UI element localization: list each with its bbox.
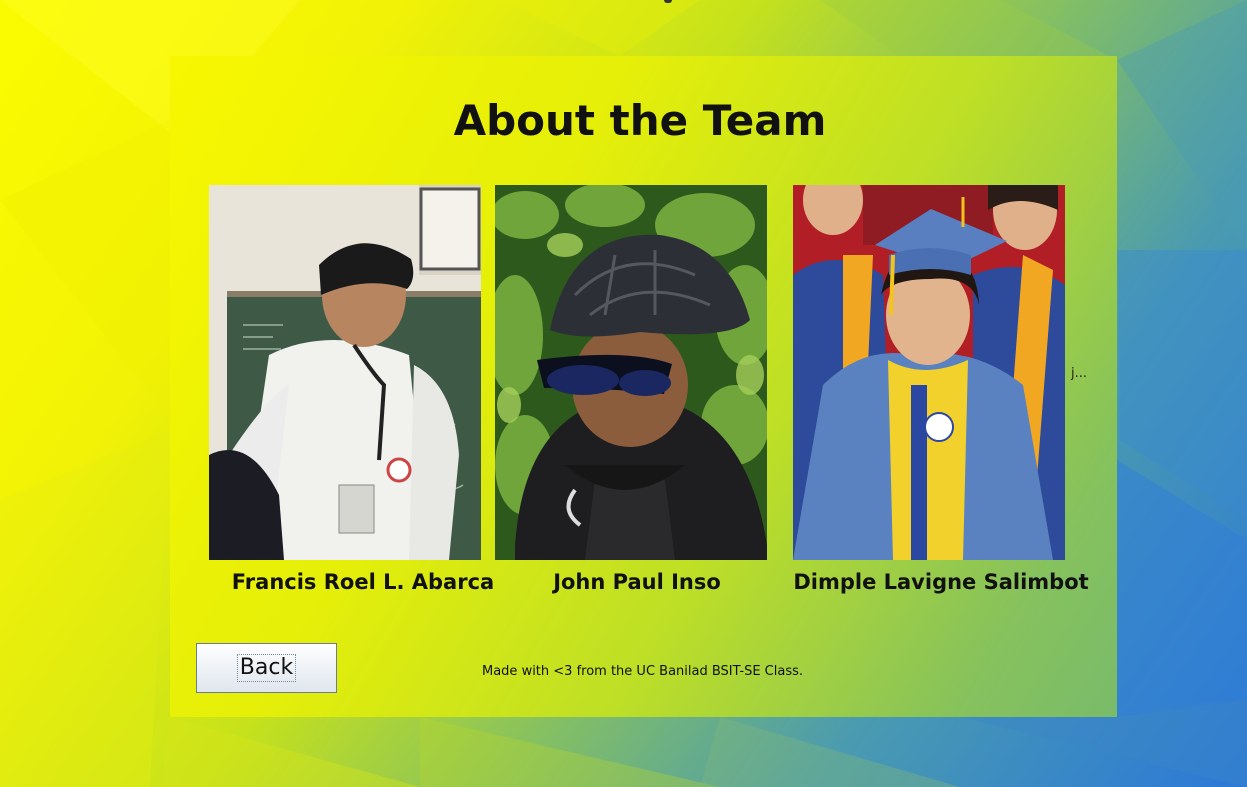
- page-title: About the Team: [453, 96, 827, 145]
- team-photo-dimple: [793, 185, 1065, 560]
- team-photo-francis: [209, 185, 481, 560]
- truncated-label: j...: [1071, 366, 1088, 381]
- member-name-francis: Francis Roel L. Abarca: [231, 570, 495, 594]
- member-name-john-paul: John Paul Inso: [553, 570, 721, 594]
- back-button[interactable]: Back: [196, 643, 337, 693]
- credit-text: Made with <3 from the UC Banilad BSIT-SE…: [482, 664, 803, 679]
- member-name-dimple: Dimple Lavigne Salimbot: [793, 570, 1089, 594]
- window-top-marker: [664, 0, 672, 3]
- back-button-label: Back: [236, 654, 297, 682]
- team-photo-john-paul: [495, 185, 767, 560]
